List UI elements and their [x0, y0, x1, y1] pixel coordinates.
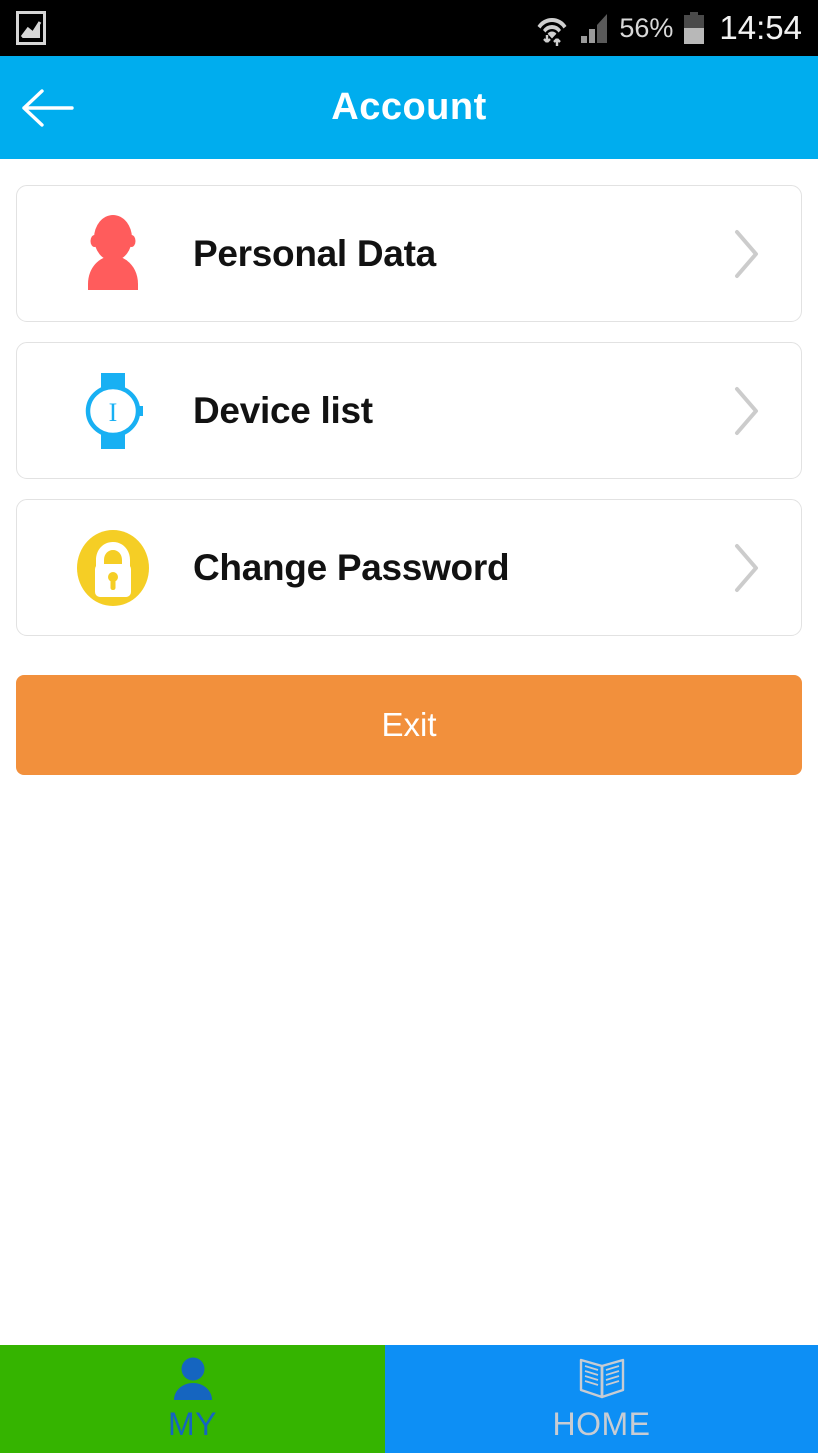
chevron-right-icon — [729, 384, 763, 438]
menu-item-label: Personal Data — [193, 232, 436, 274]
lock-icon — [75, 528, 151, 608]
menu-item-label: Change Password — [193, 546, 510, 588]
status-bar-clock: 14:54 — [719, 9, 802, 46]
open-book-icon — [576, 1356, 628, 1402]
nav-tab-label: HOME — [552, 1405, 651, 1442]
chevron-right-icon — [729, 541, 763, 595]
nav-tab-my[interactable]: MY — [0, 1345, 385, 1453]
back-arrow-icon — [20, 88, 76, 128]
menu-item-device-list[interactable]: I Device list — [16, 342, 802, 479]
menu-item-label: Device list — [193, 389, 373, 431]
back-button[interactable] — [18, 83, 78, 133]
status-bar-right: 56% 14:54 — [535, 9, 802, 47]
page-title: Account — [331, 86, 487, 128]
account-menu-list: Personal Data I Device list Change Passw… — [0, 159, 818, 636]
battery-percent-label: 56% — [619, 12, 674, 43]
menu-item-change-password[interactable]: Change Password — [16, 499, 802, 636]
signal-bars-icon — [579, 12, 609, 44]
watch-icon: I — [75, 371, 151, 451]
nav-tab-home[interactable]: HOME — [385, 1345, 818, 1453]
status-bar: 56% 14:54 — [0, 0, 818, 56]
gallery-icon — [16, 11, 46, 45]
person-icon — [75, 214, 151, 294]
bottom-navigation-bar: MY HOME — [0, 1345, 818, 1453]
chevron-right-icon — [729, 227, 763, 281]
nav-tab-label: MY — [168, 1405, 217, 1442]
wifi-icon — [535, 9, 569, 47]
menu-item-personal-data[interactable]: Personal Data — [16, 185, 802, 322]
exit-button-container: Exit — [0, 675, 818, 775]
exit-button[interactable]: Exit — [16, 675, 802, 775]
svg-text:I: I — [109, 398, 118, 427]
battery-icon — [683, 11, 705, 45]
person-filled-icon — [170, 1356, 216, 1402]
app-header: Account — [0, 56, 818, 159]
status-bar-left — [16, 11, 46, 45]
